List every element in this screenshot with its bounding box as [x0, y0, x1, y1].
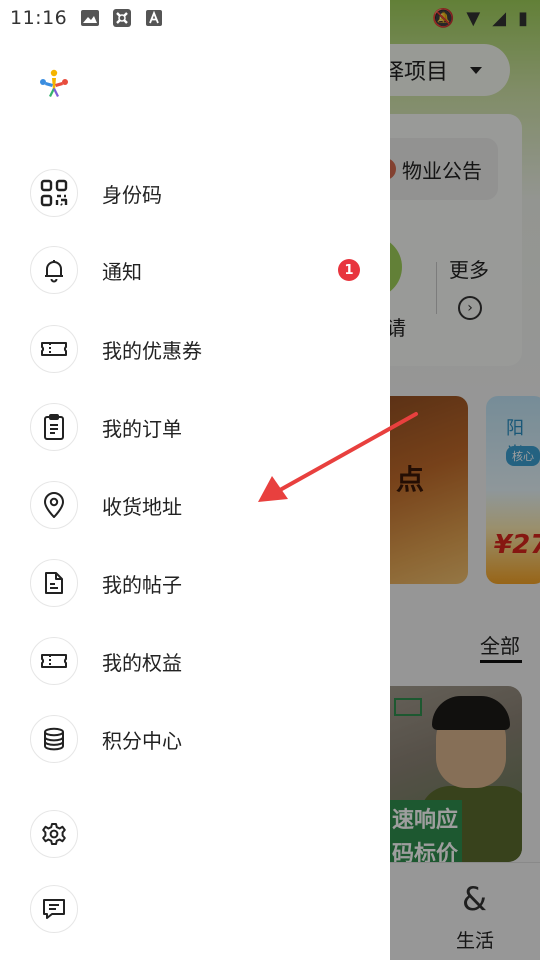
ticket-icon: [30, 637, 78, 685]
menu-label: 我的订单: [102, 416, 182, 441]
navigation-drawer: 11:16 身份码 通知 1 我的优惠券 我的订单 收货地址 我的帖子 我的权益…: [0, 0, 390, 960]
menu-label: 积分中心: [102, 728, 182, 753]
clipboard-icon: [30, 403, 78, 451]
status-bar: 11:16: [0, 0, 390, 36]
status-time: 11:16: [10, 7, 68, 29]
menu-item-orders[interactable]: 我的订单: [30, 403, 370, 451]
menu-label: 我的优惠券: [102, 338, 202, 363]
menu-item-benefits[interactable]: 我的权益: [30, 637, 370, 685]
image-notification-icon: [81, 9, 100, 27]
settings-gear-icon: [30, 810, 78, 858]
qr-code-icon: [30, 169, 78, 217]
ticket-icon: [30, 325, 78, 373]
menu-label: 我的权益: [102, 650, 182, 675]
notification-count-badge: 1: [338, 259, 360, 281]
menu-item-coupons[interactable]: 我的优惠券: [30, 325, 370, 373]
document-icon: [30, 559, 78, 607]
settings-button[interactable]: [30, 810, 78, 858]
app-notification-icon: [113, 9, 132, 27]
coin-stack-icon: [30, 715, 78, 763]
menu-item-posts[interactable]: 我的帖子: [30, 559, 370, 607]
menu-item-points-center[interactable]: 积分中心: [30, 715, 370, 763]
menu-item-shipping-address[interactable]: 收货地址: [30, 481, 370, 529]
feedback-button[interactable]: [30, 885, 78, 933]
font-notification-icon: [145, 9, 163, 27]
menu-label: 身份码: [102, 182, 162, 207]
chat-message-icon: [30, 885, 78, 933]
menu-label: 通知: [102, 259, 142, 284]
menu-label: 我的帖子: [102, 572, 182, 597]
app-logo: [38, 68, 70, 100]
menu-item-notifications[interactable]: 通知 1: [30, 246, 370, 294]
location-pin-icon: [30, 481, 78, 529]
menu-item-id-code[interactable]: 身份码: [30, 169, 370, 217]
menu-label: 收货地址: [102, 494, 182, 519]
bell-icon: [30, 246, 78, 294]
